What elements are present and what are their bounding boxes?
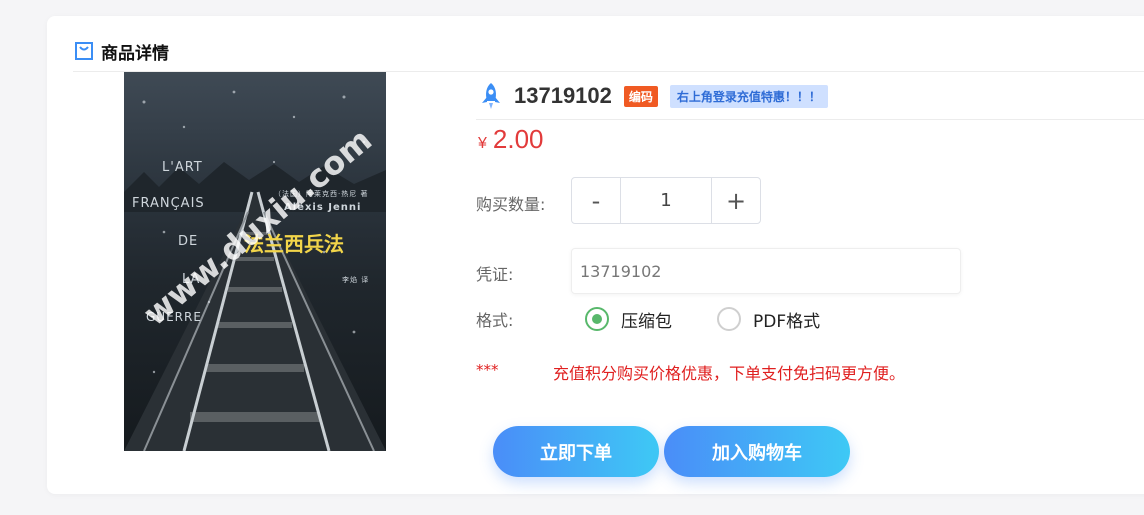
notice-text: 充值积分购买价格优惠，下单支付免扫码更方便。 [553, 364, 906, 383]
format-label: 格式: [476, 311, 514, 330]
format-option-zip-label: 压缩包 [621, 311, 672, 332]
cover-art-line-3: DE [178, 234, 199, 249]
book-cover-image: L'ART FRANÇAIS DE LA GUERRE （法国）阿莱克西·热尼 … [124, 72, 386, 451]
quantity-label: 购买数量: [476, 195, 546, 214]
increase-quantity-button[interactable]: + [711, 178, 760, 223]
cover-art-line-2: FRANÇAIS [132, 196, 205, 211]
product-code: 13719102 [514, 83, 612, 108]
buy-now-button[interactable]: 立即下单 [493, 426, 659, 477]
rocket-icon [482, 83, 500, 109]
quantity-value[interactable]: 1 [621, 178, 711, 223]
product-title-row: 13719102 编码 右上角登录充值特惠！！！ [476, 80, 828, 112]
price-value: 2.00 [492, 124, 544, 154]
cover-translator: 李焰 译 [342, 276, 370, 284]
price-currency-symbol: ¥ [478, 135, 487, 152]
title-divider [476, 119, 1144, 120]
price: ¥ 2.00 [478, 124, 544, 160]
shopping-bag-icon [75, 42, 93, 60]
section-header: 商品详情 [73, 36, 169, 66]
decrease-quantity-button[interactable]: - [572, 178, 621, 223]
notice-stars: *** [476, 361, 499, 379]
format-option-pdf-label: PDF格式 [753, 311, 821, 332]
format-option-zip[interactable]: 压缩包 [585, 306, 672, 332]
format-option-pdf[interactable]: PDF格式 [717, 306, 820, 332]
voucher-label: 凭证: [476, 265, 514, 284]
add-to-cart-button[interactable]: 加入购物车 [664, 426, 850, 477]
radio-checked-icon [585, 307, 609, 331]
section-title: 商品详情 [101, 43, 169, 64]
cover-art-line-1: L'ART [162, 160, 203, 175]
code-badge: 编码 [623, 85, 658, 107]
radio-unchecked-icon [717, 307, 741, 331]
promo-badge[interactable]: 右上角登录充值特惠！！！ [669, 84, 828, 108]
voucher-field[interactable]: 13719102 [571, 248, 961, 294]
quantity-stepper: - 1 + [571, 177, 761, 224]
